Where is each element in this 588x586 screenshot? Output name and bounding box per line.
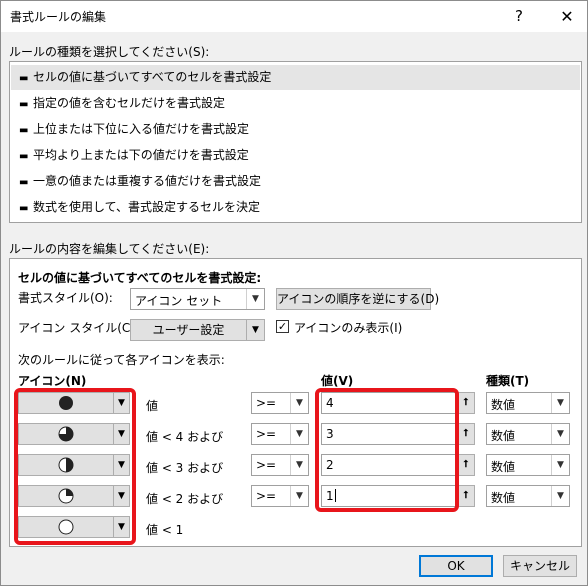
bullet-icon: ▬ xyxy=(19,151,29,162)
rule-type-item[interactable]: ▬ セルの値に基づいてすべてのセルを書式設定 xyxy=(11,65,580,90)
quarter-circle-icon xyxy=(58,488,74,504)
icon-select[interactable]: ▼ xyxy=(18,516,130,538)
empty-circle-icon xyxy=(58,519,74,535)
rule-type-item[interactable]: ▬ 平均より上または下の値だけを書式設定 xyxy=(11,143,580,168)
window-title: 書式ルールの編集 xyxy=(10,10,107,24)
full-circle-icon xyxy=(59,396,73,410)
value-input[interactable]: 3 xyxy=(321,423,456,445)
value-input[interactable]: 4 xyxy=(321,392,456,414)
chevron-down-icon: ▼ xyxy=(290,393,308,413)
condition-text: 値 xyxy=(146,399,159,413)
icon-style-select[interactable]: ユーザー設定 ▼ xyxy=(130,319,265,341)
column-header-value: 値(V) xyxy=(321,374,354,388)
text-caret xyxy=(334,489,336,502)
chevron-down-icon: ▼ xyxy=(113,486,129,506)
bullet-icon: ▬ xyxy=(19,203,29,214)
format-style-label: 書式スタイル(O): xyxy=(18,291,113,305)
rule-type-label: ルールの種類を選択してください(S): xyxy=(9,45,210,59)
condition-text: 値 < 3 および xyxy=(146,461,224,475)
show-icon-only-checkbox[interactable]: ✓ xyxy=(276,320,289,333)
condition-text: 値 < 4 および xyxy=(146,430,224,444)
operator-select[interactable]: >= ▼ xyxy=(251,485,309,507)
rule-content-label: ルールの内容を編集してください(E): xyxy=(9,242,210,256)
operator-select[interactable]: >= ▼ xyxy=(251,454,309,476)
three-quarter-circle-icon xyxy=(58,426,74,442)
rule-type-item[interactable]: ▬ 上位または下位に入る値だけを書式設定 xyxy=(11,117,580,142)
show-icon-only-label: アイコンのみ表示(I) xyxy=(294,321,403,335)
display-rule-label: 次のルールに従って各アイコンを表示: xyxy=(18,353,225,367)
type-select[interactable]: 数値 ▼ xyxy=(486,454,570,476)
format-style-select[interactable]: アイコン セット ▼ xyxy=(130,288,265,310)
chevron-down-icon: ▼ xyxy=(551,486,569,506)
cancel-button[interactable]: キャンセル xyxy=(503,555,577,577)
ok-button[interactable]: OK xyxy=(419,555,493,577)
chevron-down-icon: ▼ xyxy=(290,424,308,444)
close-button[interactable]: ✕ xyxy=(547,1,587,32)
operator-select[interactable]: >= ▼ xyxy=(251,392,309,414)
chevron-down-icon: ▼ xyxy=(246,320,264,340)
column-header-icon: アイコン(N) xyxy=(18,374,87,388)
help-button[interactable]: ? xyxy=(499,1,539,32)
dialog: 書式ルールの編集 ? ✕ ルールの種類を選択してください(S): ▬ セルの値に基… xyxy=(0,0,588,586)
half-circle-icon xyxy=(58,457,74,473)
rule-content-panel: セルの値に基づいてすべてのセルを書式設定: 書式スタイル(O): アイコン セッ… xyxy=(9,258,582,547)
value-input[interactable]: 1 xyxy=(321,485,456,507)
chevron-down-icon: ▼ xyxy=(113,393,129,413)
bullet-icon: ▬ xyxy=(19,99,29,110)
cell-reference-button[interactable]: ⭡ xyxy=(457,423,475,445)
chevron-down-icon: ▼ xyxy=(246,289,264,309)
column-header-type: 種類(T) xyxy=(486,374,530,388)
type-select[interactable]: 数値 ▼ xyxy=(486,392,570,414)
rule-type-item[interactable]: ▬ 一意の値または重複する値だけを書式設定 xyxy=(11,169,580,194)
icon-select[interactable]: ▼ xyxy=(18,392,130,414)
rule-type-item[interactable]: ▬ 指定の値を含むセルだけを書式設定 xyxy=(11,91,580,116)
rule-type-item[interactable]: ▬ 数式を使用して、書式設定するセルを決定 xyxy=(11,195,580,220)
bullet-icon: ▬ xyxy=(19,125,29,136)
cell-reference-button[interactable]: ⭡ xyxy=(457,392,475,414)
bullet-icon: ▬ xyxy=(19,177,29,188)
cell-reference-button[interactable]: ⭡ xyxy=(457,485,475,507)
type-select[interactable]: 数値 ▼ xyxy=(486,485,570,507)
value-input[interactable]: 2 xyxy=(321,454,456,476)
chevron-down-icon: ▼ xyxy=(551,424,569,444)
reverse-icon-order-button[interactable]: アイコンの順序を逆にする(D) xyxy=(276,288,439,310)
chevron-down-icon: ▼ xyxy=(290,486,308,506)
icon-select[interactable]: ▼ xyxy=(18,454,130,476)
chevron-down-icon: ▼ xyxy=(113,455,129,475)
panel-heading: セルの値に基づいてすべてのセルを書式設定: xyxy=(18,271,262,285)
condition-text: 値 < 1 xyxy=(146,523,184,537)
icon-select[interactable]: ▼ xyxy=(18,423,130,445)
condition-text: 値 < 2 および xyxy=(146,492,224,506)
rule-type-list[interactable]: ▬ セルの値に基づいてすべてのセルを書式設定 ▬ 指定の値を含むセルだけを書式設定 … xyxy=(9,61,582,223)
bullet-icon: ▬ xyxy=(19,73,29,84)
type-select[interactable]: 数値 ▼ xyxy=(486,423,570,445)
chevron-down-icon: ▼ xyxy=(551,393,569,413)
operator-select[interactable]: >= ▼ xyxy=(251,423,309,445)
chevron-down-icon: ▼ xyxy=(290,455,308,475)
cell-reference-button[interactable]: ⭡ xyxy=(457,454,475,476)
chevron-down-icon: ▼ xyxy=(113,517,129,537)
chevron-down-icon: ▼ xyxy=(113,424,129,444)
icon-select[interactable]: ▼ xyxy=(18,485,130,507)
chevron-down-icon: ▼ xyxy=(551,455,569,475)
title-bar: 書式ルールの編集 ? ✕ xyxy=(1,1,587,32)
icon-style-label: アイコン スタイル(C): xyxy=(18,321,140,335)
